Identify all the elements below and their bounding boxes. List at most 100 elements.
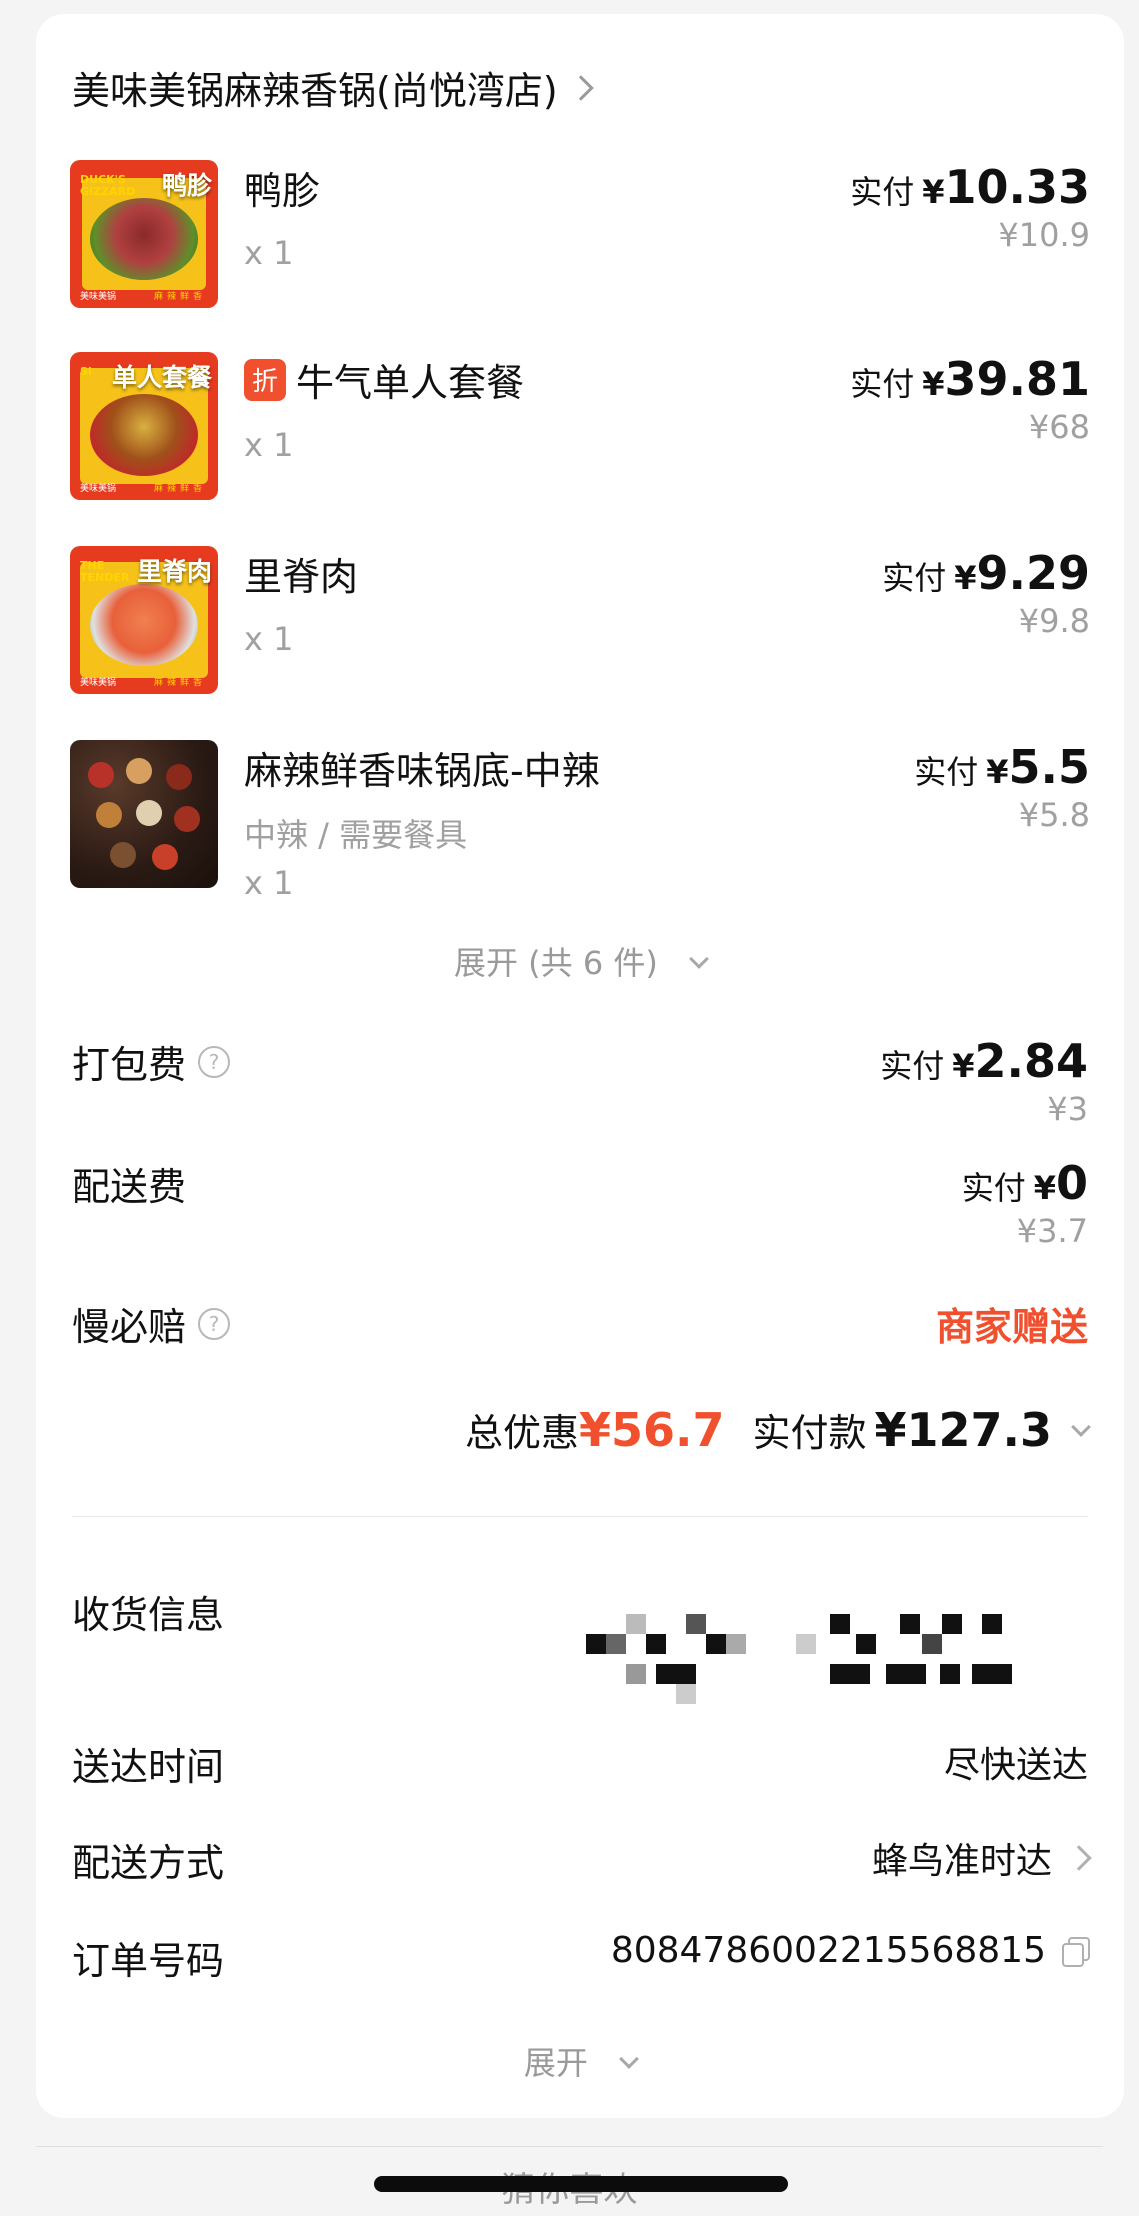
order-item[interactable]: SI 单人套餐 美味美锅 麻辣鲜香 折 牛气单人套餐 x 1 实付 ¥ 39.8… bbox=[70, 352, 1090, 502]
discount-badge: 折 bbox=[244, 358, 286, 401]
item-name: 麻辣鲜香味锅底-中辣 bbox=[244, 740, 600, 795]
original-price: ¥3.7 bbox=[1016, 1212, 1088, 1250]
delivery-method-value: 蜂鸟准时达 bbox=[871, 1832, 1092, 1884]
late-comp-value: 商家赠送 bbox=[935, 1305, 1088, 1349]
paid-label: 实付 bbox=[850, 365, 915, 403]
paid-amount: 10.33 bbox=[944, 160, 1090, 214]
order-number-text: 8084786002215568815 bbox=[610, 1930, 1046, 1971]
copy-icon[interactable] bbox=[1060, 1936, 1090, 1967]
thumb-label: 单人套餐 bbox=[111, 363, 212, 392]
paid-amount: 9.29 bbox=[976, 546, 1091, 600]
paid-label: 实付 bbox=[914, 753, 979, 791]
currency: ¥ bbox=[954, 559, 977, 597]
paid-amount: 5.5 bbox=[1008, 740, 1091, 794]
late-comp-row: 慢必赔 ? 商家赠送 bbox=[72, 1296, 1088, 1356]
item-thumbnail: DUCK'S GIZZARD 鸭胗 美味美锅 麻辣鲜香 bbox=[70, 160, 218, 308]
store-name-link[interactable]: 美味美锅麻辣香锅(尚悦湾店) bbox=[72, 60, 594, 115]
packing-fee-price: 实付 ¥ 2.84 ¥3 bbox=[880, 1034, 1088, 1128]
item-thumbnail bbox=[70, 740, 218, 888]
original-price: ¥68 bbox=[1028, 408, 1090, 446]
thumb-brand: 美味美锅 bbox=[80, 484, 117, 494]
item-qty: x 1 bbox=[244, 426, 294, 464]
item-name-text: 麻辣鲜香味锅底-中辣 bbox=[244, 749, 600, 793]
paid-amount: 2.84 bbox=[974, 1034, 1089, 1088]
help-icon[interactable]: ? bbox=[198, 1307, 231, 1340]
original-price: ¥9.8 bbox=[1018, 602, 1090, 640]
currency: ¥ bbox=[922, 173, 945, 211]
price-summary[interactable]: 总优惠 ¥56.7 实付款 ¥127.3 bbox=[464, 1402, 1091, 1457]
order-number-row: 订单号码 8084786002215568815 bbox=[72, 1930, 1090, 1990]
delivery-fee-price: 实付 ¥ 0 ¥3.7 bbox=[962, 1156, 1088, 1250]
help-icon[interactable]: ? bbox=[198, 1045, 231, 1078]
address-row: 收货信息 bbox=[72, 1584, 1088, 1704]
delivery-method-text: 蜂鸟准时达 bbox=[871, 1841, 1052, 1882]
chevron-down-icon bbox=[619, 2049, 639, 2069]
chevron-right-icon bbox=[1066, 1845, 1092, 1871]
expand-info-label: 展开 bbox=[523, 2044, 588, 2082]
paid-amount: 39.81 bbox=[944, 352, 1090, 406]
order-item[interactable]: THE TENDER 里脊肉 美味美锅 麻辣鲜香 里脊肉 x 1 实付 ¥ 9.… bbox=[70, 546, 1090, 696]
discount-label: 总优惠 bbox=[464, 1411, 579, 1455]
total-value: ¥127.3 bbox=[874, 1403, 1052, 1457]
item-price: 实付 ¥ 39.81 ¥68 bbox=[850, 352, 1090, 446]
store-name: 美味美锅麻辣香锅(尚悦湾店) bbox=[72, 69, 558, 113]
thumb-brand: 美味美锅 bbox=[80, 678, 117, 688]
order-card: 美味美锅麻辣香锅(尚悦湾店) DUCK'S GIZZARD 鸭胗 美味美锅 麻辣… bbox=[36, 14, 1124, 2118]
discount-value: ¥56.7 bbox=[578, 1403, 725, 1457]
divider bbox=[72, 1516, 1088, 1517]
chevron-right-icon bbox=[567, 74, 594, 101]
original-price: ¥10.9 bbox=[998, 216, 1090, 254]
original-price: ¥5.8 bbox=[1018, 796, 1090, 834]
item-price: 实付 ¥ 5.5 ¥5.8 bbox=[914, 740, 1090, 834]
currency: ¥ bbox=[952, 1047, 975, 1085]
delivery-time-row: 送达时间 尽快送达 bbox=[72, 1736, 1088, 1796]
item-name-text: 鸭胗 bbox=[244, 169, 321, 213]
order-item[interactable]: 麻辣鲜香味锅底-中辣 中辣 / 需要餐具 x 1 实付 ¥ 5.5 ¥5.8 bbox=[70, 740, 1090, 930]
thumb-en-label: DUCK'S GIZZARD bbox=[80, 173, 136, 198]
packing-fee-row: 打包费 ? 实付 ¥ 2.84 ¥3 bbox=[72, 1034, 1088, 1144]
expand-items-button[interactable]: 展开 (共 6 件) bbox=[36, 938, 1124, 984]
order-number-value: 8084786002215568815 bbox=[610, 1930, 1090, 1971]
item-qty: x 1 bbox=[244, 234, 294, 272]
currency: ¥ bbox=[922, 365, 945, 403]
delivery-fee-row: 配送费 实付 ¥ 0 ¥3.7 bbox=[72, 1156, 1088, 1266]
expand-info-button[interactable]: 展开 bbox=[36, 2038, 1124, 2084]
order-item[interactable]: DUCK'S GIZZARD 鸭胗 美味美锅 麻辣鲜香 鸭胗 x 1 实付 ¥ … bbox=[70, 160, 1090, 310]
paid-label: 实付 bbox=[961, 1169, 1026, 1207]
thumb-tag: 麻辣鲜香 bbox=[153, 678, 206, 688]
item-price: 实付 ¥ 9.29 ¥9.8 bbox=[882, 546, 1090, 640]
packing-fee-label: 打包费 bbox=[72, 1043, 187, 1087]
delivery-fee-label: 配送费 bbox=[72, 1165, 187, 1209]
item-spec: 中辣 / 需要餐具 bbox=[244, 816, 468, 854]
paid-label: 实付 bbox=[882, 559, 947, 597]
thumb-en-label: THE TENDER bbox=[80, 559, 130, 584]
item-name-text: 里脊肉 bbox=[244, 555, 359, 599]
item-name-text: 牛气单人套餐 bbox=[296, 361, 525, 405]
item-name: 鸭胗 bbox=[244, 160, 320, 215]
thumb-tag: 麻辣鲜香 bbox=[153, 292, 206, 302]
delivery-time-value: 尽快送达 bbox=[943, 1745, 1088, 1786]
item-name: 折 牛气单人套餐 bbox=[244, 352, 524, 407]
thumb-label: 鸭胗 bbox=[161, 171, 212, 200]
paid-label: 实付 bbox=[880, 1047, 945, 1085]
home-indicator[interactable] bbox=[374, 2176, 788, 2192]
currency: ¥ bbox=[986, 753, 1009, 791]
original-price: ¥3 bbox=[1047, 1090, 1088, 1128]
item-qty: x 1 bbox=[244, 620, 294, 658]
address-redacted bbox=[586, 1604, 1106, 1704]
item-thumbnail: SI 单人套餐 美味美锅 麻辣鲜香 bbox=[70, 352, 218, 500]
thumb-tag: 麻辣鲜香 bbox=[153, 484, 206, 494]
paid-amount: 0 bbox=[1055, 1156, 1088, 1210]
section-divider bbox=[36, 2146, 1103, 2147]
delivery-method-row[interactable]: 配送方式 蜂鸟准时达 bbox=[72, 1832, 1092, 1892]
chevron-down-icon bbox=[1071, 1417, 1091, 1437]
delivery-time-label: 送达时间 bbox=[72, 1745, 225, 1789]
late-comp-label: 慢必赔 bbox=[72, 1305, 187, 1349]
item-qty: x 1 bbox=[244, 864, 294, 902]
item-thumbnail: THE TENDER 里脊肉 美味美锅 麻辣鲜香 bbox=[70, 546, 218, 694]
expand-items-label: 展开 (共 6 件) bbox=[453, 944, 658, 982]
currency: ¥ bbox=[1033, 1169, 1056, 1207]
total-label: 实付款 bbox=[752, 1411, 867, 1455]
thumb-brand: 美味美锅 bbox=[80, 292, 117, 302]
paid-label: 实付 bbox=[850, 173, 915, 211]
